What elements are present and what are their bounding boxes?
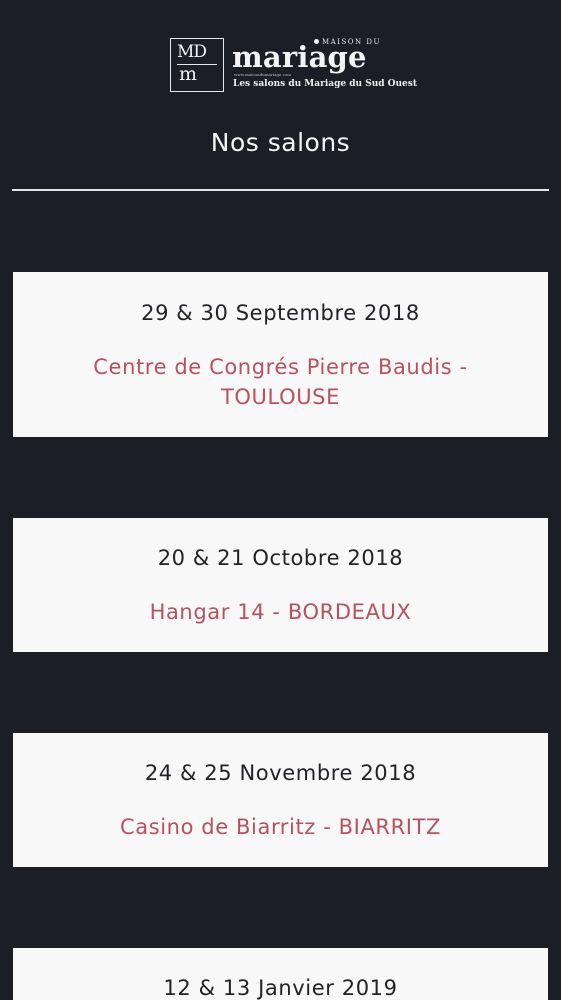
- salon-venue-link[interactable]: Centre de Congrés Pierre Baudis - TOULOU…: [43, 352, 518, 412]
- page-title: Nos salons: [210, 128, 351, 157]
- logo-wordmark: mariage: [232, 40, 367, 74]
- salon-date: 20 & 21 Octobre 2018: [157, 546, 404, 570]
- salon-date: 29 & 30 Septembre 2018: [141, 301, 420, 325]
- monogram-top: MD: [177, 42, 207, 62]
- salon-venue-link[interactable]: Hangar 14 - BORDEAUX: [43, 597, 518, 627]
- monogram-bottom: m: [179, 63, 197, 85]
- salon-card-bordeaux[interactable]: 20 & 21 Octobre 2018 Hangar 14 - BORDEAU…: [13, 518, 548, 652]
- salon-venue-link[interactable]: Casino de Biarritz - BIARRITZ: [43, 812, 518, 842]
- logo-tagline: Les salons du Mariage du Sud Ouest: [233, 79, 417, 89]
- salon-date: 24 & 25 Novembre 2018: [144, 761, 417, 785]
- logo-url: www.maisondumariage.com: [234, 72, 292, 77]
- brand-logo[interactable]: MD m MAISON DU mariage www.maisondumaria…: [170, 36, 417, 94]
- salon-card-january[interactable]: 12 & 13 Janvier 2019: [13, 948, 548, 1000]
- app-screen: MD m MAISON DU mariage www.maisondumaria…: [0, 0, 561, 1000]
- salon-card-biarritz[interactable]: 24 & 25 Novembre 2018 Casino de Biarritz…: [13, 733, 548, 867]
- title-divider: [12, 189, 549, 191]
- monogram-logo-mark: MD m: [170, 38, 224, 92]
- salon-date: 12 & 13 Janvier 2019: [163, 976, 398, 1000]
- salon-card-toulouse[interactable]: 29 & 30 Septembre 2018 Centre de Congrés…: [13, 272, 548, 437]
